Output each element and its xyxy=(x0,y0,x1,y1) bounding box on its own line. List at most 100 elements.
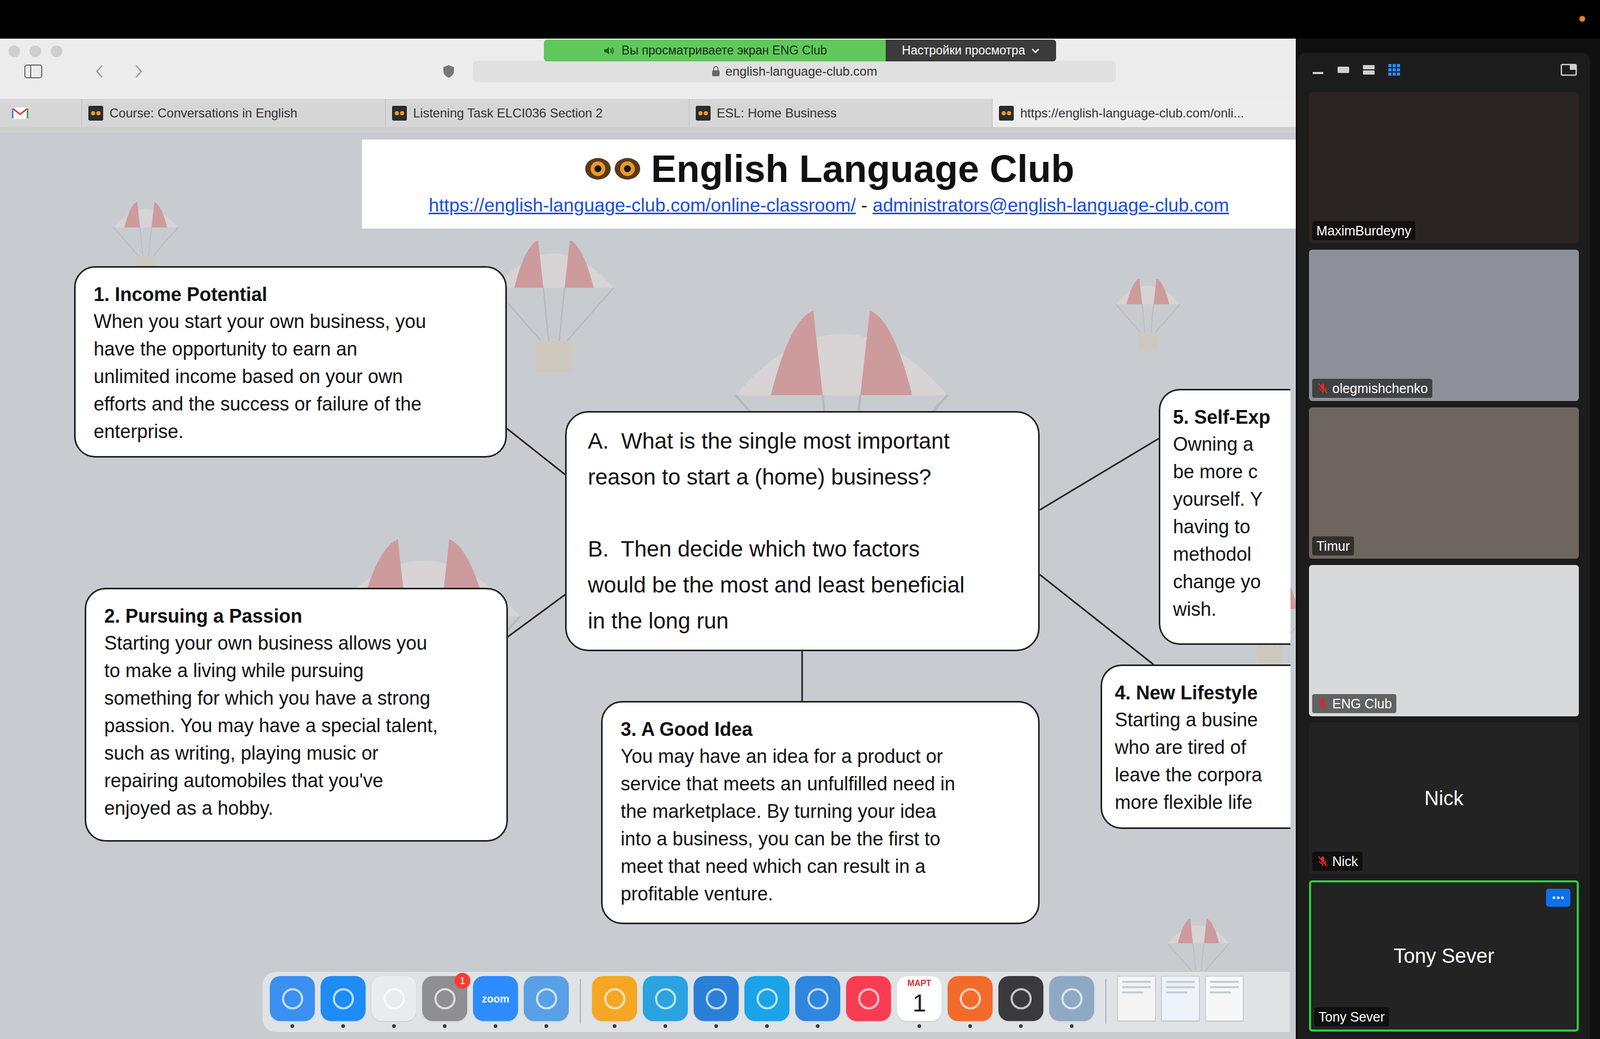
dock-item[interactable] xyxy=(269,976,315,1029)
factor-line: service that meets an unfulfilled need i… xyxy=(620,770,1021,798)
sidebar-icon[interactable] xyxy=(24,64,43,79)
factor-title: 1. Income Potential xyxy=(93,281,488,308)
dock-item[interactable]: МАРТ1 xyxy=(896,976,942,1029)
forward-icon[interactable] xyxy=(134,64,143,79)
participant-tile[interactable]: MaximBurdeyny xyxy=(1308,92,1579,244)
participant-tile[interactable]: olegmishchenko xyxy=(1308,249,1579,402)
exit-panel-icon[interactable] xyxy=(1560,62,1578,78)
running-indicator xyxy=(714,1024,718,1029)
parachute-decoration-icon xyxy=(1112,275,1184,355)
dock-item[interactable] xyxy=(1049,976,1095,1029)
factor-line: methodol xyxy=(1173,540,1291,569)
factor-line: who are tired of xyxy=(1114,733,1291,762)
running-indicator xyxy=(290,1024,295,1029)
participant-tile[interactable]: NickNick xyxy=(1308,722,1579,875)
dock-item[interactable] xyxy=(947,976,993,1029)
dock-item[interactable] xyxy=(795,976,841,1029)
owl-logo-icon xyxy=(583,155,643,183)
zoom-button[interactable] xyxy=(50,45,63,58)
pinned-tab[interactable] xyxy=(0,98,82,127)
dock-item[interactable] xyxy=(371,976,417,1029)
dock-item[interactable] xyxy=(846,976,892,1029)
dock-separator xyxy=(1105,979,1107,1024)
dock-item[interactable] xyxy=(1117,976,1156,1029)
address-bar[interactable]: english-language-club.com xyxy=(473,60,1116,83)
running-indicator xyxy=(1134,1024,1139,1029)
browser-tab[interactable]: ESL: Home Business xyxy=(688,98,993,127)
dock-app-icon[interactable] xyxy=(795,976,841,1022)
dock-item[interactable] xyxy=(523,976,569,1029)
view-options-button[interactable]: Настройки просмотра xyxy=(885,39,1057,62)
running-indicator xyxy=(341,1024,345,1029)
factor-card: 3. A Good IdeaYou may have an idea for a… xyxy=(601,701,1040,925)
dock-app-icon[interactable]: 1 xyxy=(422,976,468,1022)
calendar-app-icon[interactable]: МАРТ1 xyxy=(896,976,942,1022)
minimize-button[interactable] xyxy=(29,45,42,58)
dock-app-icon[interactable] xyxy=(846,976,892,1022)
document-thumbnail-icon[interactable] xyxy=(1161,976,1200,1022)
back-icon[interactable] xyxy=(95,64,104,79)
dock: 1zoom МАРТ1 xyxy=(261,971,1291,1033)
document-thumbnail-icon[interactable] xyxy=(1205,976,1244,1022)
factor-line: something for which you have a strong xyxy=(104,684,489,713)
chevron-down-icon xyxy=(1031,48,1040,54)
participant-list: MaximBurdeyny olegmishchenko TimurENG Club… xyxy=(1297,86,1590,1032)
dock-item[interactable]: 1 xyxy=(422,976,468,1029)
classroom-link[interactable]: https://english-language-club.com/online… xyxy=(428,192,856,218)
participant-name-label: olegmishchenko xyxy=(1312,378,1433,398)
dock-item[interactable]: zoom xyxy=(473,976,518,1029)
dock-app-icon[interactable] xyxy=(592,976,638,1022)
dock-item[interactable] xyxy=(592,976,638,1029)
browser-tab[interactable]: Course: Conversations in English xyxy=(81,98,386,127)
factor-line: unlimited income based on your own xyxy=(93,362,488,391)
email-link[interactable]: administrators@english-language-club.com xyxy=(872,192,1230,218)
dock-item[interactable] xyxy=(1161,976,1200,1029)
factor-title: 5. Self-Exp xyxy=(1173,404,1291,431)
dock-app-icon[interactable] xyxy=(523,976,569,1022)
dock-app-icon[interactable] xyxy=(998,976,1044,1022)
factor-line: You may have an idea for a product or xyxy=(620,742,1021,771)
browser-tab[interactable]: Listening Task ELCI036 Section 2 xyxy=(385,98,689,127)
dock-item[interactable] xyxy=(1205,976,1244,1029)
dock-item[interactable] xyxy=(642,976,688,1029)
dock-app-icon[interactable] xyxy=(947,976,993,1022)
dock-item[interactable] xyxy=(998,976,1044,1029)
dock-item[interactable] xyxy=(744,976,790,1029)
factor-line: to make a living while pursuing xyxy=(104,657,489,685)
minimize-icon[interactable] xyxy=(1310,62,1326,78)
dock-app-icon[interactable] xyxy=(320,976,366,1022)
gallery-view-icon[interactable] xyxy=(1386,62,1402,78)
dock-item[interactable] xyxy=(320,976,366,1029)
shield-icon[interactable] xyxy=(442,64,456,79)
question-paragraph: B. Then decide which two factorswould be… xyxy=(587,531,1017,640)
participant-center-name: Tony Sever xyxy=(1393,941,1495,972)
dock-app-icon[interactable] xyxy=(693,976,739,1022)
status-dot-icon xyxy=(1579,15,1586,22)
participant-tile[interactable]: ENG Club xyxy=(1308,565,1579,717)
speaker-icon xyxy=(602,44,616,58)
dock-item[interactable] xyxy=(693,976,739,1029)
factor-line: When you start your own business, you xyxy=(93,307,488,336)
speaker-view-icon[interactable] xyxy=(1335,62,1351,78)
dock-app-icon[interactable] xyxy=(642,976,688,1022)
running-indicator xyxy=(1069,1024,1074,1029)
factor-line: Starting your own business allows you xyxy=(104,629,489,658)
close-button[interactable] xyxy=(8,45,21,58)
mic-muted-icon xyxy=(1316,382,1330,395)
document-thumbnail-icon[interactable] xyxy=(1117,976,1156,1022)
factor-line: leave the corpora xyxy=(1114,761,1291,789)
dock-app-icon[interactable] xyxy=(269,976,315,1022)
running-indicator xyxy=(392,1024,396,1029)
strip-view-icon[interactable] xyxy=(1361,62,1377,78)
participant-tile[interactable]: Tony SeverTony Sever xyxy=(1308,880,1579,1032)
dock-app-icon[interactable] xyxy=(744,976,790,1022)
more-button[interactable] xyxy=(1546,888,1571,907)
factor-card: 1. Income PotentialWhen you start your o… xyxy=(74,266,507,458)
gallery-toolbar xyxy=(1297,52,1590,87)
participant-tile[interactable]: Timur xyxy=(1308,407,1579,559)
dock-app-icon[interactable]: zoom xyxy=(473,976,518,1022)
dock-app-icon[interactable] xyxy=(371,976,417,1022)
browser-tab[interactable]: https://english-language-club.com/onli..… xyxy=(992,98,1296,127)
factor-line: have the opportunity to earn an xyxy=(93,335,488,363)
dock-app-icon[interactable] xyxy=(1049,976,1095,1022)
